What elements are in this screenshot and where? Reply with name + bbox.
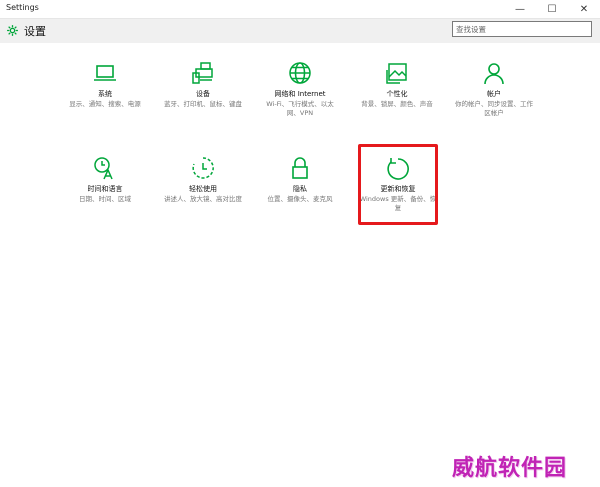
tile-label: 轻松使用 <box>189 185 217 193</box>
tile-time-language[interactable]: 时间和语言 日期、时间、区域 <box>63 155 147 204</box>
close-icon: ✕ <box>579 3 589 15</box>
maximize-button[interactable]: ☐ <box>536 0 568 18</box>
maximize-icon: ☐ <box>547 3 557 15</box>
tile-description: 讲述人、放大镜、高对比度 <box>164 195 242 203</box>
time-language-icon <box>94 157 113 180</box>
watermark: 威航软件园 <box>452 456 568 481</box>
tile-label: 隐私 <box>293 185 307 193</box>
lock-icon <box>292 157 308 179</box>
tile-label: 个性化 <box>386 90 408 98</box>
tile-description: 位置、摄像头、麦克风 <box>267 195 333 203</box>
gear-icon <box>7 25 18 36</box>
tile-ease-of-access[interactable]: 轻松使用 讲述人、放大镜、高对比度 <box>161 155 245 204</box>
page-title: 设置 <box>24 25 46 38</box>
tile-description: 日期、时间、区域 <box>79 195 131 203</box>
tile-description: Wi-Fi、飞行模式、以太网、VPN <box>266 100 334 117</box>
tile-privacy[interactable]: 隐私 位置、摄像头、麦克风 <box>258 155 342 204</box>
globe-icon <box>289 62 311 84</box>
tile-label: 设备 <box>196 90 210 98</box>
personalization-icon <box>386 63 407 84</box>
update-icon <box>387 158 409 180</box>
devices-icon <box>192 62 213 84</box>
tile-description: Windows 更新、备份、恢复 <box>359 195 437 212</box>
tile-accounts[interactable]: 帐户 你的帐户、同步设置、工作区帐户 <box>452 60 536 118</box>
tile-label: 网络和 Internet <box>274 90 326 98</box>
minimize-button[interactable]: — <box>504 0 536 18</box>
tile-description: 背景、锁屏、颜色、声音 <box>361 100 433 108</box>
person-icon <box>484 63 504 85</box>
tile-description: 蓝牙、打印机、鼠标、键盘 <box>164 100 242 108</box>
tile-description: 显示、通知、搜索、电源 <box>69 100 141 108</box>
tile-label: 系统 <box>98 90 112 98</box>
minimize-icon: — <box>515 3 525 15</box>
tile-personalization[interactable]: 个性化 背景、锁屏、颜色、声音 <box>355 60 439 109</box>
tile-system[interactable]: 系统 显示、通知、搜索、电源 <box>63 60 147 109</box>
title-bar: Settings — ☐ ✕ <box>0 0 600 19</box>
close-button[interactable]: ✕ <box>568 0 600 18</box>
tile-network[interactable]: 网络和 Internet Wi-Fi、飞行模式、以太网、VPN <box>258 60 342 118</box>
tile-label: 帐户 <box>487 90 501 98</box>
search-input[interactable] <box>452 21 592 37</box>
laptop-icon <box>94 65 116 81</box>
tile-devices[interactable]: 设备 蓝牙、打印机、鼠标、键盘 <box>161 60 245 109</box>
window-title: Settings <box>6 3 39 12</box>
tile-update-recovery[interactable]: 更新和恢复 Windows 更新、备份、恢复 <box>356 155 440 213</box>
ease-of-access-icon <box>192 157 214 179</box>
tile-label: 更新和恢复 <box>380 185 416 193</box>
tile-label: 时间和语言 <box>87 185 123 193</box>
tile-description: 你的帐户、同步设置、工作区帐户 <box>455 100 533 117</box>
